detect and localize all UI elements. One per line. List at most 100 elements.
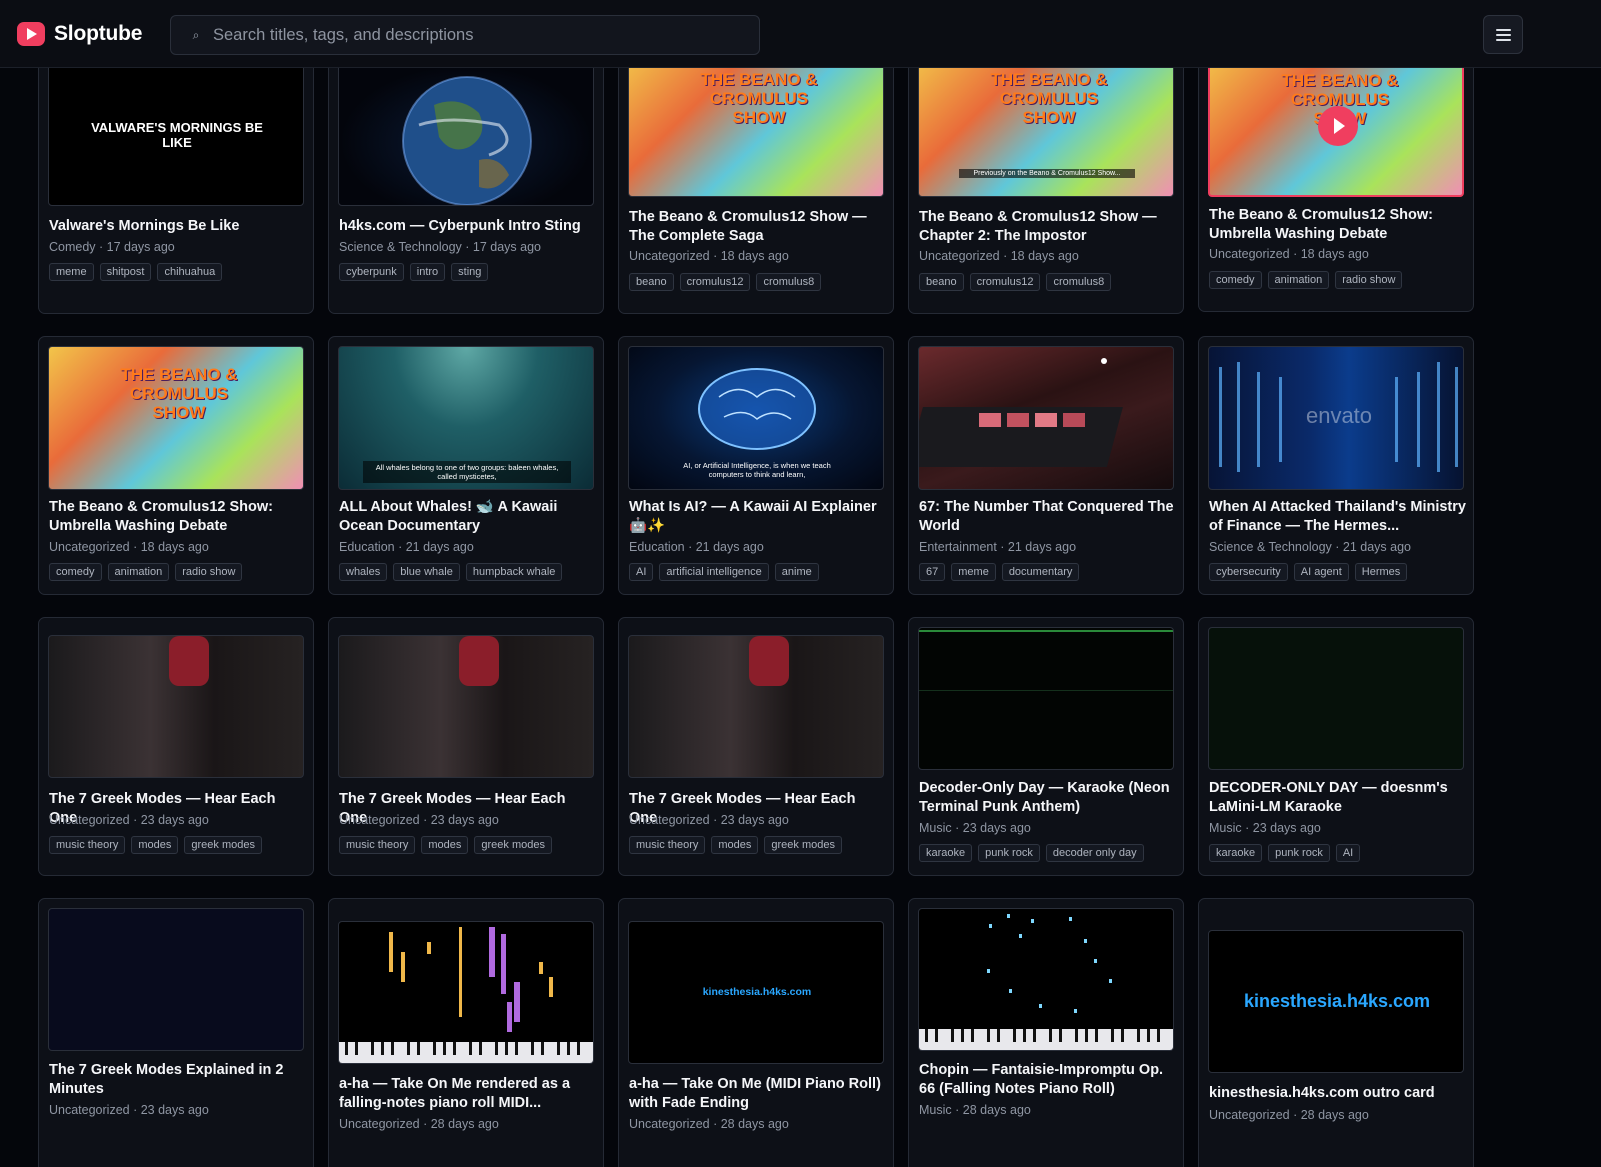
- tag[interactable]: sting: [451, 263, 489, 281]
- video-card[interactable]: THE BEANO & CROMULUS SHOW The Beano & Cr…: [38, 336, 314, 595]
- tag[interactable]: cromulus8: [756, 273, 822, 291]
- video-title[interactable]: Chopin — Fantaisie-Impromptu Op. 66 (Fal…: [919, 1061, 1177, 1098]
- tag[interactable]: cromulus12: [969, 273, 1041, 291]
- video-title[interactable]: Decoder-Only Day — Karaoke (Neon Termina…: [919, 779, 1177, 816]
- video-thumbnail[interactable]: THE BEANO & CROMULUS SHOW: [628, 60, 884, 197]
- tag[interactable]: humpback whale: [465, 563, 563, 581]
- tag[interactable]: artificial intelligence: [659, 563, 769, 581]
- tag[interactable]: documentary: [1001, 563, 1080, 581]
- tag[interactable]: cromulus12: [679, 273, 751, 291]
- tag[interactable]: intro: [409, 263, 446, 281]
- video-card[interactable]: All whales belong to one of two groups: …: [328, 336, 604, 595]
- tag[interactable]: music theory: [629, 836, 706, 854]
- video-card[interactable]: The 7 Greek Modes Explained in 2 Minutes…: [38, 898, 314, 1167]
- video-card[interactable]: The 7 Greek Modes — Hear Each One Uncate…: [618, 617, 894, 876]
- tag[interactable]: punk rock: [1268, 844, 1330, 862]
- video-card[interactable]: Chopin — Fantaisie-Impromptu Op. 66 (Fal…: [908, 898, 1184, 1167]
- video-title[interactable]: a-ha — Take On Me (MIDI Piano Roll) with…: [629, 1075, 887, 1112]
- tag[interactable]: modes: [131, 836, 179, 854]
- video-title[interactable]: What Is AI? — A Kawaii AI Explainer 🤖✨: [629, 498, 887, 535]
- tag[interactable]: greek modes: [184, 836, 262, 854]
- video-thumbnail[interactable]: VALWARE'S MORNINGS BE LIKE: [48, 64, 304, 206]
- tag[interactable]: cybersecurity: [1209, 563, 1288, 581]
- video-title[interactable]: ALL About Whales! 🐋 A Kawaii Ocean Docum…: [339, 498, 597, 535]
- tag[interactable]: shitpost: [99, 263, 152, 281]
- tag[interactable]: music theory: [49, 836, 126, 854]
- tag[interactable]: decoder only day: [1045, 844, 1144, 862]
- tag[interactable]: animation: [1267, 271, 1330, 289]
- play-icon[interactable]: [1318, 106, 1358, 146]
- video-title[interactable]: The 7 Greek Modes Explained in 2 Minutes: [49, 1061, 307, 1098]
- tag[interactable]: AI: [629, 563, 654, 581]
- video-title[interactable]: 67: The Number That Conquered The World: [919, 498, 1177, 535]
- video-thumbnail[interactable]: THE BEANO & CROMULUS SHOW: [48, 346, 304, 490]
- video-title[interactable]: The Beano & Cromulus12 Show — Chapter 2:…: [919, 208, 1177, 245]
- tag[interactable]: music theory: [339, 836, 416, 854]
- tag[interactable]: cyberpunk: [339, 263, 404, 281]
- video-title[interactable]: a-ha — Take On Me rendered as a falling-…: [339, 1075, 597, 1112]
- tag[interactable]: comedy: [1209, 271, 1262, 289]
- search-bar[interactable]: ⌕: [170, 15, 760, 55]
- site-logo[interactable]: Sloptube: [17, 22, 142, 46]
- video-card[interactable]: 67: The Number That Conquered The World …: [908, 336, 1184, 595]
- tag[interactable]: beano: [629, 273, 674, 291]
- tag[interactable]: animation: [107, 563, 170, 581]
- tag[interactable]: 67: [919, 563, 946, 581]
- video-card[interactable]: The 7 Greek Modes — Hear Each One Uncate…: [38, 617, 314, 876]
- video-thumbnail[interactable]: [338, 921, 594, 1064]
- video-thumbnail[interactable]: AI, or Artificial Intelligence, is when …: [628, 346, 884, 490]
- video-card[interactable]: envato When AI Attacked Thailand's Minis…: [1198, 336, 1474, 595]
- video-title[interactable]: Valware's Mornings Be Like: [49, 217, 307, 236]
- video-card[interactable]: Decoder-Only Day — Karaoke (Neon Termina…: [908, 617, 1184, 876]
- tag[interactable]: chihuahua: [157, 263, 223, 281]
- video-card[interactable]: VALWARE'S MORNINGS BE LIKE Valware's Mor…: [38, 60, 314, 314]
- tag[interactable]: blue whale: [393, 563, 460, 581]
- tag[interactable]: modes: [421, 836, 469, 854]
- video-thumbnail[interactable]: [918, 908, 1174, 1051]
- video-card[interactable]: kinesthesia.h4ks.com a-ha — Take On Me (…: [618, 898, 894, 1167]
- video-thumbnail[interactable]: [918, 627, 1174, 770]
- tag[interactable]: punk rock: [978, 844, 1040, 862]
- video-title[interactable]: The Beano & Cromulus12 Show: Umbrella Wa…: [1209, 206, 1467, 243]
- video-title[interactable]: DECODER-ONLY DAY — doesnm's LaMini-LM Ka…: [1209, 779, 1467, 816]
- tag[interactable]: meme: [951, 563, 996, 581]
- search-input[interactable]: [213, 25, 759, 45]
- video-title[interactable]: The Beano & Cromulus12 Show: Umbrella Wa…: [49, 498, 307, 535]
- tag[interactable]: beano: [919, 273, 964, 291]
- video-card[interactable]: AI, or Artificial Intelligence, is when …: [618, 336, 894, 595]
- tag[interactable]: karaoke: [1209, 844, 1263, 862]
- video-title[interactable]: kinesthesia.h4ks.com outro card: [1209, 1084, 1467, 1103]
- video-thumbnail[interactable]: [918, 346, 1174, 490]
- tag[interactable]: comedy: [49, 563, 102, 581]
- video-thumbnail[interactable]: [48, 908, 304, 1051]
- tag[interactable]: anime: [774, 563, 819, 581]
- video-thumbnail[interactable]: kinesthesia.h4ks.com: [628, 921, 884, 1064]
- video-thumbnail[interactable]: [338, 64, 594, 206]
- video-thumbnail[interactable]: [48, 635, 304, 778]
- tag[interactable]: greek modes: [474, 836, 552, 854]
- video-card-hovered[interactable]: THE BEANO & CROMULUS SHOW The Beano & Cr…: [1198, 60, 1474, 312]
- video-card[interactable]: THE BEANO & CROMULUS SHOW The Beano & Cr…: [618, 60, 894, 314]
- video-card[interactable]: h4ks.com — Cyberpunk Intro Sting Science…: [328, 60, 604, 314]
- tag[interactable]: whales: [339, 563, 388, 581]
- video-thumbnail[interactable]: THE BEANO & CROMULUS SHOW: [1208, 60, 1464, 197]
- tag[interactable]: AI: [1335, 844, 1361, 862]
- video-card[interactable]: THE BEANO & CROMULUS SHOW Previously on …: [908, 60, 1184, 314]
- video-card[interactable]: DECODER-ONLY DAY — doesnm's LaMini-LM Ka…: [1198, 617, 1474, 876]
- video-thumbnail[interactable]: envato: [1208, 346, 1464, 490]
- tag[interactable]: radio show: [1335, 271, 1403, 289]
- tag[interactable]: meme: [49, 263, 94, 281]
- tag[interactable]: modes: [711, 836, 759, 854]
- video-thumbnail[interactable]: kinesthesia.h4ks.com: [1208, 930, 1464, 1073]
- hamburger-menu-button[interactable]: [1483, 15, 1523, 54]
- tag[interactable]: cromulus8: [1046, 273, 1112, 291]
- video-title[interactable]: When AI Attacked Thailand's Ministry of …: [1209, 498, 1467, 535]
- video-thumbnail[interactable]: THE BEANO & CROMULUS SHOW Previously on …: [918, 60, 1174, 197]
- video-thumbnail[interactable]: All whales belong to one of two groups: …: [338, 346, 594, 490]
- video-thumbnail[interactable]: [1208, 627, 1464, 770]
- video-title[interactable]: The Beano & Cromulus12 Show — The Comple…: [629, 208, 887, 245]
- video-title[interactable]: h4ks.com — Cyberpunk Intro Sting: [339, 217, 597, 236]
- tag[interactable]: Hermes: [1354, 563, 1408, 581]
- video-thumbnail[interactable]: [628, 635, 884, 778]
- tag[interactable]: karaoke: [919, 844, 973, 862]
